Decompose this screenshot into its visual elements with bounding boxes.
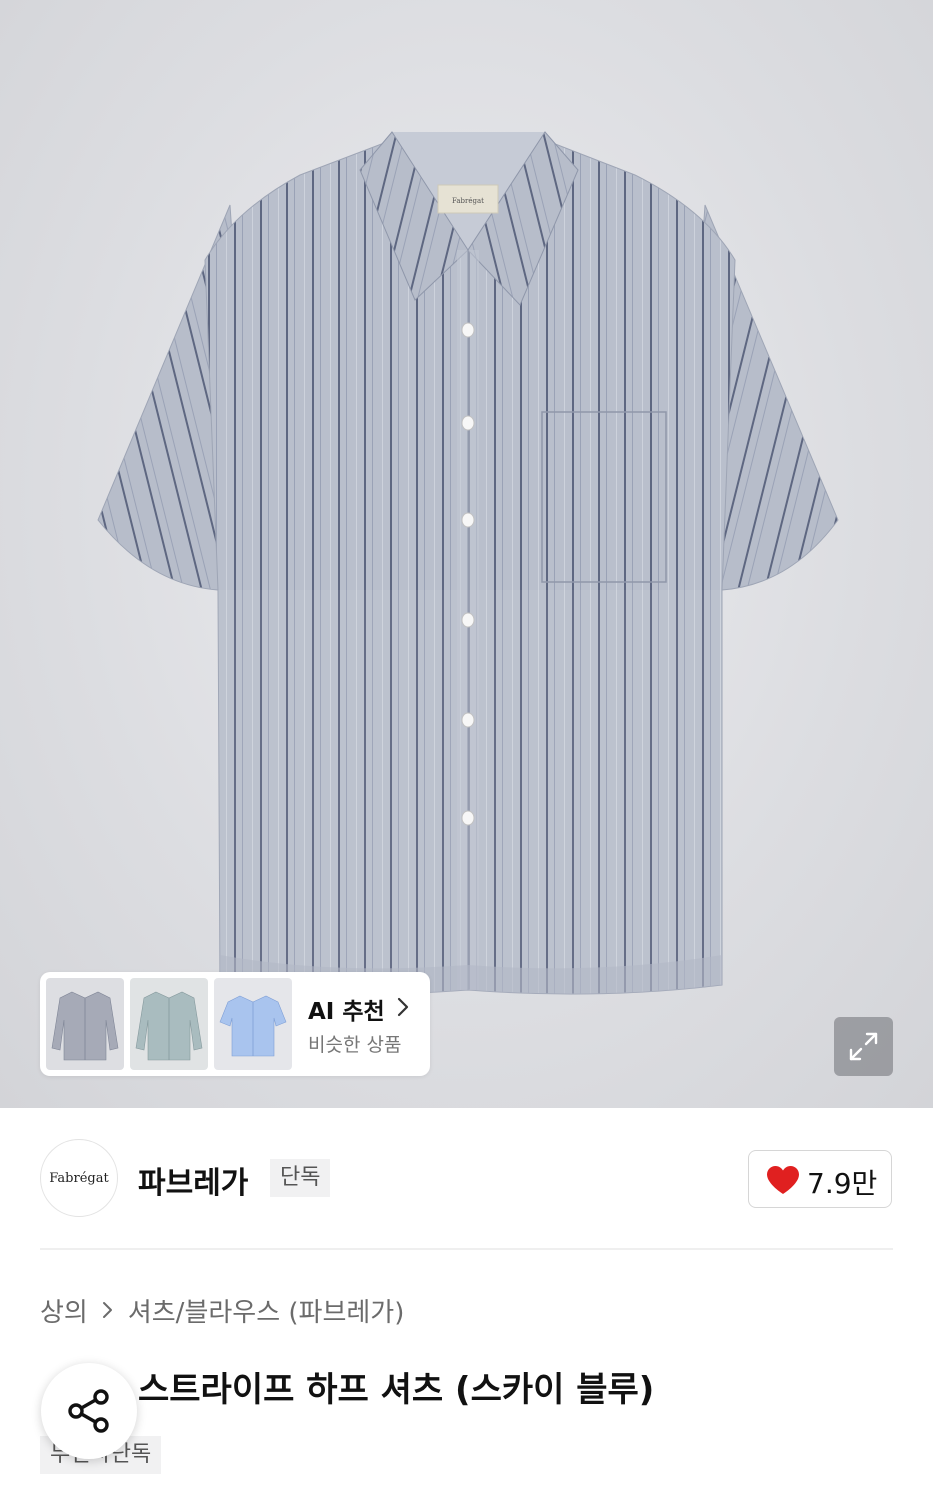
recommend-thumbnail[interactable] — [46, 978, 124, 1070]
ai-recommend-subtitle: 비슷한 상품 — [308, 1034, 402, 1056]
breadcrumb-item-shirts[interactable]: 셔츠/블라우스 (파브레가) — [128, 1292, 405, 1329]
ai-recommend-card[interactable]: AI 추천 비슷한 상품 — [40, 972, 430, 1076]
share-button[interactable] — [41, 1363, 137, 1459]
heart-icon — [767, 1166, 799, 1194]
chevron-right-icon — [397, 997, 409, 1017]
expand-icon — [849, 1032, 878, 1061]
brand-name[interactable]: 파브레가 — [138, 1158, 248, 1202]
recommend-thumbnail[interactable] — [130, 978, 208, 1070]
shirt-illustration: Fabrégat — [97, 131, 839, 996]
like-count: 7.9만 — [807, 1167, 878, 1200]
divider — [40, 1248, 893, 1250]
exclusive-badge: 단독 — [270, 1159, 331, 1197]
like-button[interactable]: 7.9만 — [748, 1150, 892, 1208]
ai-recommend-title: AI 추천 — [308, 999, 385, 1025]
breadcrumb: 상의 셔츠/블라우스 (파브레가) — [40, 1292, 404, 1329]
shirt-thumbnail-icon — [219, 995, 287, 1057]
share-icon — [68, 1389, 109, 1433]
expand-image-button[interactable] — [834, 1017, 893, 1076]
brand-logo[interactable]: Fabrégat — [40, 1139, 118, 1217]
recommend-thumbnail[interactable] — [214, 978, 292, 1070]
shirt-thumbnail-icon — [135, 991, 203, 1061]
shirt-thumbnail-icon — [51, 991, 119, 1061]
svg-text:Fabrégat: Fabrégat — [452, 197, 484, 205]
breadcrumb-item-top[interactable]: 상의 — [40, 1292, 88, 1329]
brand-logo-text: Fabrégat — [49, 1170, 109, 1186]
product-title-text: 스트라이프 하프 셔츠 (스카이 블루) — [138, 1370, 655, 1410]
chevron-right-icon — [102, 1296, 114, 1326]
product-image[interactable]: Fabrégat AI 추천 비슷한 상품 — [0, 0, 933, 1108]
